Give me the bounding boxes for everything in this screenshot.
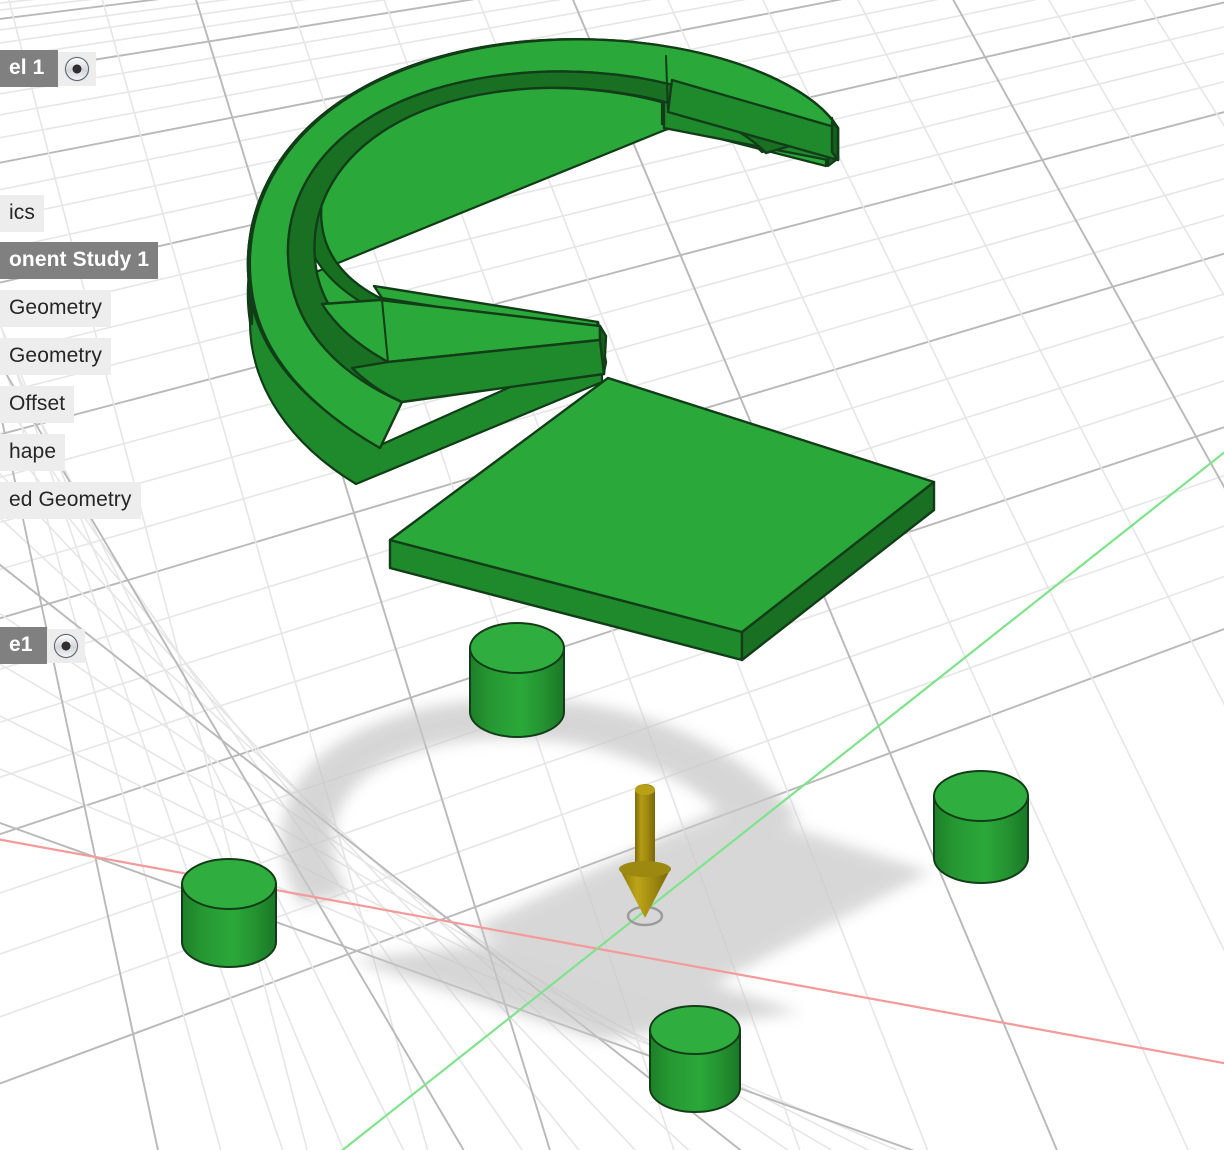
tree-item-geometry-2[interactable]: Geometry: [0, 338, 111, 376]
scene-canvas[interactable]: [0, 0, 1224, 1150]
radio-filled-icon-wrap[interactable]: [58, 51, 97, 86]
arrow-shaft-cap: [635, 785, 655, 795]
tree-item-physics[interactable]: ics: [0, 195, 44, 233]
cylinder-left[interactable]: [181, 858, 277, 968]
upper-leg-endcap: [830, 120, 840, 162]
tree-item-label: ics: [0, 195, 44, 233]
cylinder-right[interactable]: [933, 770, 1029, 884]
tree-item-offset[interactable]: Offset: [0, 386, 75, 424]
tree-item-geometry-1[interactable]: Geometry: [0, 290, 111, 328]
tree-item-label: Geometry: [0, 338, 111, 376]
arrow-head-base: [619, 861, 671, 877]
cylinder-back-left[interactable]: [469, 622, 565, 738]
tree-item-component-study-1[interactable]: onent Study 1: [0, 242, 159, 280]
tree-item-label: ed Geometry: [0, 482, 141, 520]
application-window: el 1 ics onent Study 1 Geometry Geometry…: [0, 0, 1224, 1150]
geometry-shadows: [281, 698, 930, 1040]
tree-item-model-1[interactable]: el 1: [0, 50, 97, 88]
graphics-viewport[interactable]: [0, 0, 1224, 1150]
radio-filled-icon-wrap[interactable]: [46, 628, 85, 663]
radio-filled-icon[interactable]: [65, 56, 90, 81]
tree-item-plane-1[interactable]: e1: [0, 627, 85, 665]
tree-item-shape[interactable]: hape: [0, 434, 66, 472]
tree-item-label: e1: [0, 627, 47, 665]
tree-item-label: Offset: [0, 386, 75, 424]
tree-item-label: Geometry: [0, 290, 111, 328]
tree-item-finalized-geometry[interactable]: ed Geometry: [0, 482, 141, 520]
cylinder-front[interactable]: [649, 1005, 741, 1113]
tree-item-label: onent Study 1: [0, 242, 159, 280]
tree-item-label: el 1: [0, 50, 59, 88]
arrow-shaft: [635, 784, 655, 872]
tree-item-label: hape: [0, 434, 66, 472]
radio-filled-icon[interactable]: [53, 633, 78, 658]
